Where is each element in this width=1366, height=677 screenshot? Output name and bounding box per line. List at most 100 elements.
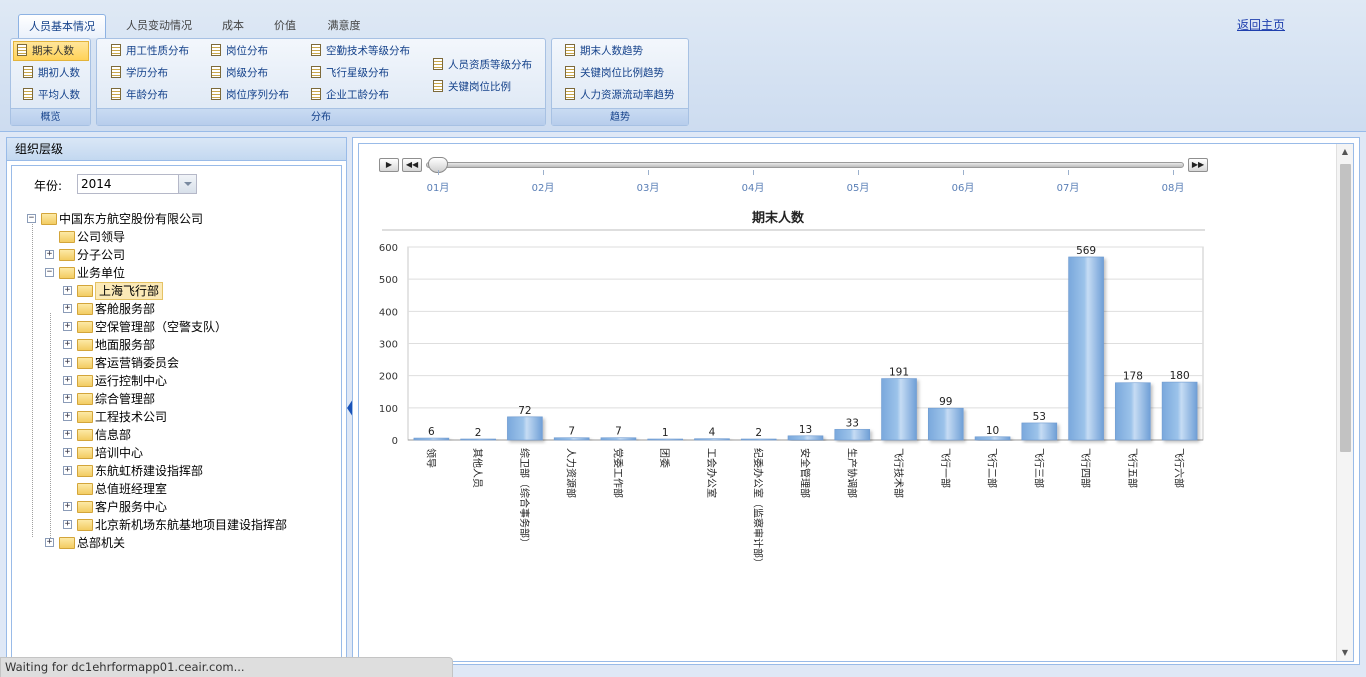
y-tick-label: 100 xyxy=(379,404,398,415)
btn-hr-turnover-trend[interactable]: 人力资源流动率趋势 xyxy=(562,85,678,105)
tab-satisfaction[interactable]: 满意度 xyxy=(316,14,372,38)
btn-headcount-trend[interactable]: 期末人数趋势 xyxy=(562,41,646,61)
btn-age-dist[interactable]: 年龄分布 xyxy=(108,85,171,105)
collapse-minus-icon[interactable]: − xyxy=(27,214,36,223)
expand-plus-icon[interactable]: + xyxy=(63,520,72,529)
vertical-scrollbar[interactable]: ▲ ▼ xyxy=(1336,144,1353,661)
btn-position-dist[interactable]: 岗位分布 xyxy=(208,41,271,61)
x-tick-label: 人力资源部 xyxy=(565,448,578,498)
tree-node-label: 信息部 xyxy=(95,428,132,442)
folder-icon xyxy=(77,339,93,351)
x-tick-label: 飞行六部 xyxy=(1173,448,1186,488)
btn-position-series-dist[interactable]: 岗位序列分布 xyxy=(208,85,292,105)
data-label: 2 xyxy=(475,427,482,439)
tree-node-admin-dept[interactable]: + 综合管理部 xyxy=(63,390,363,408)
btn-grade-dist[interactable]: 岗级分布 xyxy=(208,63,271,83)
scroll-up-arrow-icon[interactable]: ▲ xyxy=(1337,144,1353,160)
year-select[interactable]: 2014 xyxy=(77,174,197,194)
btn-qualification-level-dist[interactable]: 人员资质等级分布 xyxy=(430,55,535,75)
btn-end-headcount[interactable]: 期末人数 xyxy=(13,41,89,61)
expand-plus-icon[interactable]: + xyxy=(45,250,54,259)
tree-node-company-root[interactable]: − 中国东方航空股份有限公司 xyxy=(27,210,327,228)
scroll-down-arrow-icon[interactable]: ▼ xyxy=(1337,645,1353,661)
x-tick-label: 领导 xyxy=(424,448,437,468)
tree-node-training-center[interactable]: + 培训中心 xyxy=(63,444,363,462)
document-icon xyxy=(211,66,221,78)
tree-node-shanghai-flight-dept[interactable]: + 上海飞行部 xyxy=(63,282,363,300)
btn-aircrew-tech-level-dist[interactable]: 空勤技术等级分布 xyxy=(308,41,413,61)
tree-node-passenger-sales-committee[interactable]: + 客运营销委员会 xyxy=(63,354,363,372)
y-tick-label: 500 xyxy=(379,275,398,286)
x-tick-label: 安全管理部 xyxy=(799,448,812,498)
expand-plus-icon[interactable]: + xyxy=(63,466,72,475)
tab-value[interactable]: 价值 xyxy=(263,14,307,38)
tree-node-beijing-new-airport-hq[interactable]: + 北京新机场东航基地项目建设指挥部 xyxy=(63,516,363,534)
tab-cost[interactable]: 成本 xyxy=(211,14,255,38)
bar xyxy=(1021,422,1058,441)
tree-node-subsidiaries[interactable]: + 分子公司 xyxy=(45,246,345,264)
tree-node-ground-service-dept[interactable]: + 地面服务部 xyxy=(63,336,363,354)
btn-employment-type-dist[interactable]: 用工性质分布 xyxy=(108,41,192,61)
tree-node-duty-manager-office[interactable]: 总值班经理室 xyxy=(63,480,363,498)
btn-key-position-ratio[interactable]: 关键岗位比例 xyxy=(430,77,514,97)
ribbon-group-trend: 期末人数趋势 关键岗位比例趋势 人力资源流动率趋势 趋势 xyxy=(551,38,689,126)
bar xyxy=(694,438,730,441)
tree-node-headquarters[interactable]: + 总部机关 xyxy=(45,534,345,552)
x-tick-label: 工会办公室 xyxy=(705,448,718,498)
btn-key-position-ratio-trend[interactable]: 关键岗位比例趋势 xyxy=(562,63,667,83)
btn-education-dist[interactable]: 学历分布 xyxy=(108,63,171,83)
expand-plus-icon[interactable]: + xyxy=(63,304,72,313)
data-label: 99 xyxy=(939,396,952,408)
document-icon xyxy=(111,44,121,56)
folder-icon xyxy=(77,447,93,459)
tab-basic-info[interactable]: 人员基本情况 xyxy=(18,14,106,38)
bar xyxy=(647,438,684,441)
btn-seniority-dist[interactable]: 企业工龄分布 xyxy=(308,85,392,105)
expand-plus-icon[interactable]: + xyxy=(63,340,72,349)
expand-plus-icon[interactable]: + xyxy=(63,394,72,403)
btn-start-headcount[interactable]: 期初人数 xyxy=(20,63,83,83)
ribbon-toolbar: 人员基本情况 人员变动情况 成本 价值 满意度 返回主页 期末人数 期初人数 平… xyxy=(0,0,1366,132)
tree-node-label: 东航虹桥建设指挥部 xyxy=(95,464,204,478)
bar xyxy=(1115,382,1151,441)
data-label: 191 xyxy=(889,367,909,379)
folder-icon xyxy=(41,213,57,225)
chart-panel: ▶ ◀◀ ▶▶ 01月 02月 03月 04月 05月 06月 07月 08月 期末人数 0 10… xyxy=(352,137,1360,665)
year-label: 年份: xyxy=(34,179,63,193)
collapse-minus-icon[interactable]: − xyxy=(45,268,54,277)
expand-plus-icon[interactable]: + xyxy=(63,322,72,331)
return-home-link[interactable]: 返回主页 xyxy=(1237,16,1285,33)
tree-node-hongqiao-construction-hq[interactable]: + 东航虹桥建设指挥部 xyxy=(63,462,363,480)
expand-plus-icon[interactable]: + xyxy=(63,286,72,295)
document-icon xyxy=(311,88,321,100)
expand-plus-icon[interactable]: + xyxy=(63,358,72,367)
tab-personnel-changes[interactable]: 人员变动情况 xyxy=(116,14,202,38)
tree-node-it-dept[interactable]: + 信息部 xyxy=(63,426,363,444)
btn-average-headcount[interactable]: 平均人数 xyxy=(20,85,83,105)
folder-icon xyxy=(77,465,93,477)
btn-flight-star-dist[interactable]: 飞行星级分布 xyxy=(308,63,392,83)
data-label: 178 xyxy=(1123,371,1143,383)
tree-node-company-leaders[interactable]: 公司领导 xyxy=(45,228,345,246)
expand-plus-icon[interactable]: + xyxy=(45,538,54,547)
expand-plus-icon[interactable]: + xyxy=(63,430,72,439)
bar xyxy=(553,437,590,441)
ribbon-group-title: 分布 xyxy=(97,108,545,125)
tree-node-cabin-service-dept[interactable]: + 客舱服务部 xyxy=(63,300,363,318)
chevron-down-icon[interactable] xyxy=(178,175,196,193)
y-tick-label: 0 xyxy=(392,436,398,447)
tree-node-business-units[interactable]: − 业务单位 xyxy=(45,264,345,282)
document-icon xyxy=(23,66,33,78)
expand-plus-icon[interactable]: + xyxy=(63,448,72,457)
tree-node-air-security-dept[interactable]: + 空保管理部（空警支队） xyxy=(63,318,363,336)
tree-node-label: 地面服务部 xyxy=(95,338,156,352)
expand-plus-icon[interactable]: + xyxy=(63,502,72,511)
tree-node-ops-control-center[interactable]: + 运行控制中心 xyxy=(63,372,363,390)
bar xyxy=(413,437,450,441)
expand-plus-icon[interactable]: + xyxy=(63,412,72,421)
tree-node-customer-service-center[interactable]: + 客户服务中心 xyxy=(63,498,363,516)
folder-icon xyxy=(77,321,93,333)
expand-plus-icon[interactable]: + xyxy=(63,376,72,385)
scrollbar-thumb[interactable] xyxy=(1340,164,1351,452)
tree-node-engineering-company[interactable]: + 工程技术公司 xyxy=(63,408,363,426)
